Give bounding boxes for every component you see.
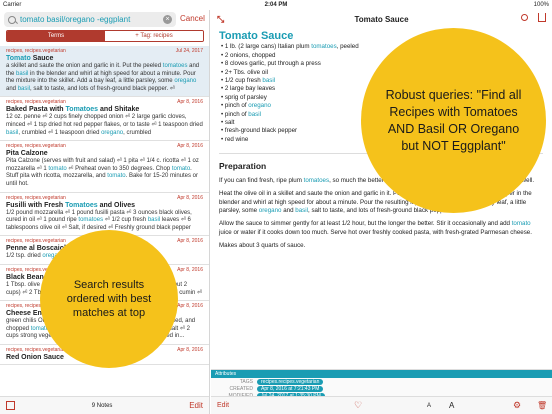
item-snippet: Pita Calzone (serves with fruit and sala… xyxy=(6,158,199,187)
item-tags: recipes, recipes.vegetarian xyxy=(6,346,66,353)
match-highlight: tomatoes xyxy=(311,43,337,51)
settings-icon[interactable]: ⚙ xyxy=(513,400,521,411)
match-highlight: tomato xyxy=(48,165,67,172)
prep-paragraph: Makes about 3 quarts of sauce. xyxy=(219,242,306,250)
edit-list-button[interactable]: Edit xyxy=(189,401,203,410)
item-date: Apr 8, 2016 xyxy=(177,266,203,273)
match-highlight: tomatoes xyxy=(162,63,188,69)
segment-tag-recipes[interactable]: + Tag: recipes xyxy=(105,31,203,41)
clear-search-icon[interactable]: × xyxy=(163,15,172,24)
item-date: Jul 24, 2017 xyxy=(175,48,203,54)
match-highlight: tomato xyxy=(171,165,191,172)
match-highlight: basil xyxy=(295,206,308,214)
search-query[interactable]: tomato basil/oregano -eggplant xyxy=(20,15,163,24)
increase-font-button[interactable]: A xyxy=(449,401,454,410)
list-item[interactable]: recipes, recipes.vegetarian Jul 24, 2017 T… xyxy=(0,46,209,98)
attributes-header: Attributes xyxy=(211,370,552,378)
match-highlight: basil xyxy=(147,217,161,224)
item-tags: recipes, recipes.vegetarian xyxy=(6,238,66,245)
item-tags: recipes, recipes.vegetarian xyxy=(6,48,66,54)
match-highlight: tomatoes xyxy=(78,217,104,224)
compose-icon[interactable] xyxy=(6,401,15,410)
match-highlight: oregano xyxy=(101,129,124,136)
item-title: Pita Calzone xyxy=(6,150,48,158)
item-date: Apr 8, 2016 xyxy=(177,99,203,106)
item-snippet: a skillet and saute the onion and garlic… xyxy=(6,63,200,92)
attr-tags-value[interactable]: recipes.recipes.vegetarian xyxy=(257,379,324,385)
attr-created-key: CREATED xyxy=(229,386,253,392)
item-date: Apr 8, 2016 xyxy=(177,194,203,201)
match-highlight: basil xyxy=(6,129,19,136)
match-highlight: tomatoes xyxy=(303,176,330,184)
expand-icon[interactable]: ⤡ xyxy=(217,14,224,25)
prep-paragraph: Allow the sauce to simmer gently for at … xyxy=(219,220,532,236)
match-highlight: basil xyxy=(17,85,31,92)
edit-note-button[interactable]: Edit xyxy=(217,402,229,409)
match-highlight: oregano xyxy=(258,206,282,214)
note-nav-bar: ⤡ Tomato Sauce xyxy=(211,10,552,28)
search-icon xyxy=(8,15,16,24)
item-title: Fusilli with Fresh Tomatoes and Olives xyxy=(6,201,136,209)
attr-tags-key: TAGS xyxy=(239,379,253,385)
item-snippet: 1/2 pound mozzarella ⏎ 1 pound fusilli p… xyxy=(6,209,192,231)
favorite-icon[interactable]: ♡ xyxy=(354,400,362,411)
item-tags: recipes, recipes.vegetarian xyxy=(6,194,66,201)
list-item[interactable]: recipes, recipes.vegetarian Apr 8, 2016 Pi… xyxy=(0,141,209,193)
segment-terms[interactable]: Terms xyxy=(7,31,105,41)
match-highlight: Tomatoes xyxy=(65,201,98,209)
item-meta: recipes, recipes.vegetarian Apr 8, 2016 xyxy=(6,143,203,149)
match-highlight: tomato xyxy=(107,173,126,180)
callout-robust-queries: Robust queries: "Find all Recipes with T… xyxy=(361,28,546,213)
status-bar: Carrier 2:04 PM 100% xyxy=(0,0,552,10)
clock: 2:04 PM xyxy=(264,2,288,8)
item-snippet: 12 oz. penne ⏎ 2 cups finely chopped oni… xyxy=(6,114,203,136)
share-icon[interactable] xyxy=(538,13,546,22)
nav-title: Tomato Sauce xyxy=(354,14,409,24)
match-highlight: basil xyxy=(248,110,262,118)
match-highlight: basil xyxy=(16,70,29,77)
item-meta: recipes, recipes.vegetarian Apr 8, 2016 xyxy=(6,195,203,201)
item-date: Apr 8, 2016 xyxy=(177,238,203,245)
callout-search-results: Search results ordered with best matches… xyxy=(40,230,178,368)
note-count: 9 Notes xyxy=(91,402,113,409)
match-highlight: oregano xyxy=(248,102,271,110)
left-footer: 9 Notes Edit xyxy=(0,396,209,414)
carrier-label: Carrier xyxy=(3,2,22,8)
attr-created-value[interactable]: Apr 8, 2016 at 7:21:43 PM xyxy=(257,386,324,392)
item-meta: recipes, recipes.vegetarian Apr 8, 2016 xyxy=(6,99,203,105)
item-date: Apr 8, 2016 xyxy=(177,143,203,150)
item-meta: recipes, recipes.vegetarian Jul 24, 2017 xyxy=(6,48,203,54)
item-title: Tomato Sauce xyxy=(6,55,54,62)
match-highlight: Tomato xyxy=(6,55,31,62)
match-highlight: Tomatoes xyxy=(65,106,99,114)
item-tags: recipes, recipes.vegetarian xyxy=(6,143,66,150)
attr-tags-row: TAGS recipes.recipes.vegetarian xyxy=(211,379,552,385)
item-title: Baked Pasta with Tomatoes and Shitake xyxy=(6,106,140,114)
battery-label: 100% xyxy=(533,2,549,8)
match-highlight: oregano xyxy=(174,78,197,85)
search-input[interactable]: tomato basil/oregano -eggplant × xyxy=(4,12,176,27)
list-item[interactable]: recipes, recipes.vegetarian Apr 8, 2016 Ba… xyxy=(0,97,209,142)
trash-icon[interactable]: 🗑 xyxy=(537,401,547,410)
item-date: Apr 8, 2016 xyxy=(177,303,203,310)
item-tags: recipes, recipes.vegetarian xyxy=(6,99,66,106)
cancel-button[interactable]: Cancel xyxy=(180,14,205,23)
item-date: Apr 8, 2016 xyxy=(177,346,203,353)
match-highlight: tomato xyxy=(511,220,531,228)
match-highlight: Tomato xyxy=(219,30,258,42)
find-in-note-icon[interactable] xyxy=(521,14,528,21)
filter-segmented-control[interactable]: Terms + Tag: recipes xyxy=(6,30,204,42)
note-footer: Edit ♡ A A ⚙ 🗑 xyxy=(211,396,552,414)
match-highlight: basil xyxy=(262,77,276,85)
attr-created-row: CREATED Apr 8, 2016 at 7:21:43 PM xyxy=(211,386,552,392)
decrease-font-button[interactable]: A xyxy=(427,403,431,409)
